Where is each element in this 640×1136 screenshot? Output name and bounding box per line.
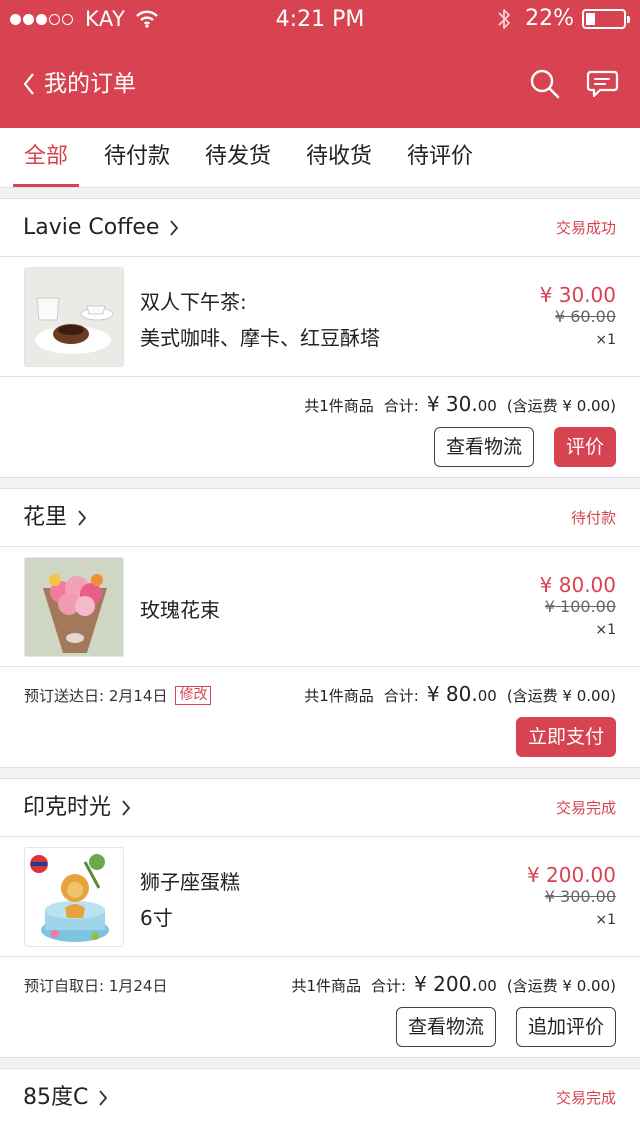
nav-bar: 我的订单 bbox=[0, 40, 640, 128]
add-review-button[interactable]: 追加评价 bbox=[516, 1007, 616, 1047]
total-label: 合计: bbox=[383, 687, 419, 705]
shop-name[interactable]: 85度C bbox=[23, 1069, 108, 1127]
shop-row[interactable]: Lavie Coffee 交易成功 bbox=[0, 199, 640, 257]
shop-name-text: 85度C bbox=[23, 1085, 89, 1110]
tab-pending-receipt[interactable]: 待收货 bbox=[300, 128, 378, 188]
back-button[interactable] bbox=[22, 67, 46, 101]
shop-row[interactable]: 85度C 交易完成 bbox=[0, 1069, 640, 1127]
item-price: ¥ 30.00 bbox=[539, 283, 616, 307]
item-row[interactable]: 狮子座蛋糕 6寸 ¥ 200.00 ¥ 300.00 ×1 bbox=[0, 837, 640, 957]
shop-name-text: 印克时光 bbox=[23, 795, 112, 820]
item-title-line1: 狮子座蛋糕 bbox=[140, 870, 240, 894]
order-status: 交易完成 bbox=[555, 1089, 616, 1107]
tab-pending-shipment[interactable]: 待发货 bbox=[199, 128, 277, 188]
item-row[interactable]: 玫瑰花束 ¥ 80.00 ¥ 100.00 ×1 bbox=[0, 547, 640, 667]
order-summary-row: 预订送达日: 2月14日 修改 共1件商品 合计: ¥ 80. 00 (含运费 ¥… bbox=[0, 667, 640, 767]
total-label: 合计: bbox=[383, 397, 419, 415]
item-quantity: ×1 bbox=[595, 912, 616, 928]
item-quantity: ×1 bbox=[595, 332, 616, 348]
total-amount: ¥ 200. bbox=[414, 972, 478, 996]
item-price: ¥ 80.00 bbox=[539, 573, 616, 597]
item-row[interactable]: 双人下午茶: 美式咖啡、摩卡、红豆酥塔 ¥ 30.00 ¥ 60.00 ×1 bbox=[0, 257, 640, 377]
message-button[interactable] bbox=[585, 66, 621, 102]
chevron-right-icon bbox=[78, 510, 87, 526]
order-summary: 共1件商品 合计: ¥ 80. 00 (含运费 ¥ 0.00) bbox=[304, 682, 616, 706]
item-count: 共1件商品 bbox=[304, 687, 374, 705]
view-logistics-button[interactable]: 查看物流 bbox=[434, 427, 534, 467]
item-count: 共1件商品 bbox=[291, 977, 362, 995]
search-button[interactable] bbox=[527, 66, 563, 102]
order-card: 85度C 交易完成 bbox=[0, 1068, 640, 1136]
order-card: Lavie Coffee 交易成功 双人下午茶: 美式咖啡、摩卡、红豆酥塔 ¥ … bbox=[0, 198, 640, 478]
item-original-price: ¥ 60.00 bbox=[554, 307, 616, 326]
item-title-line2: 6寸 bbox=[140, 906, 173, 930]
app-header: KAY 4:21 PM 22% 我的订单 bbox=[0, 0, 640, 128]
item-price: ¥ 200.00 bbox=[526, 863, 616, 887]
item-title-line1: 双人下午茶: bbox=[140, 290, 247, 314]
shop-name[interactable]: 印克时光 bbox=[23, 779, 131, 837]
product-image-cake[interactable] bbox=[24, 847, 124, 947]
order-summary: 共1件商品 合计: ¥ 30. 00 (含运费 ¥ 0.00) bbox=[304, 392, 616, 416]
view-logistics-button[interactable]: 查看物流 bbox=[396, 1007, 496, 1047]
chevron-right-icon bbox=[122, 800, 131, 816]
order-summary: 共1件商品 合计: ¥ 200. 00 (含运费 ¥ 0.00) bbox=[291, 972, 616, 996]
delivery-date-note: 预订送达日: 2月14日 修改 bbox=[24, 685, 212, 706]
total-amount-cents: 00 bbox=[477, 977, 497, 995]
review-button[interactable]: 评价 bbox=[554, 427, 616, 467]
shop-row[interactable]: 印克时光 交易完成 bbox=[0, 779, 640, 837]
shop-name-text: Lavie Coffee bbox=[23, 215, 160, 240]
battery-icon bbox=[582, 8, 630, 29]
pickup-date-text: 预订自取日: 1月24日 bbox=[24, 977, 168, 995]
item-title-line1: 玫瑰花束 bbox=[140, 598, 220, 622]
total-amount: ¥ 80. bbox=[426, 682, 478, 706]
status-right: 22% bbox=[497, 6, 630, 31]
shipping-fee: (含运费 ¥ 0.00) bbox=[506, 397, 616, 415]
chat-bubble-icon bbox=[586, 70, 619, 98]
chevron-left-icon bbox=[23, 73, 34, 95]
item-count: 共1件商品 bbox=[304, 397, 374, 415]
total-amount-cents: 00 bbox=[477, 397, 497, 415]
total-amount-cents: 00 bbox=[477, 687, 497, 705]
product-image-coffee[interactable] bbox=[24, 267, 124, 367]
page-title: 我的订单 bbox=[44, 71, 136, 97]
tab-all[interactable]: 全部 bbox=[13, 128, 79, 188]
product-image-flowers[interactable] bbox=[24, 557, 124, 657]
bluetooth-icon bbox=[498, 8, 510, 29]
total-label: 合计: bbox=[371, 977, 407, 995]
shop-name[interactable]: Lavie Coffee bbox=[23, 199, 179, 257]
order-status: 待付款 bbox=[570, 509, 616, 527]
delivery-date-text: 预订送达日: 2月14日 bbox=[24, 687, 168, 705]
shipping-fee: (含运费 ¥ 0.00) bbox=[506, 687, 616, 705]
shipping-fee: (含运费 ¥ 0.00) bbox=[506, 977, 616, 995]
order-status: 交易完成 bbox=[555, 799, 616, 817]
status-bar: KAY 4:21 PM 22% bbox=[0, 0, 640, 40]
total-amount: ¥ 30. bbox=[426, 392, 478, 416]
active-tab-indicator bbox=[13, 184, 79, 187]
order-status: 交易成功 bbox=[555, 219, 616, 237]
shop-name-text: 花里 bbox=[23, 505, 68, 530]
edit-date-button[interactable]: 修改 bbox=[175, 686, 212, 705]
item-original-price: ¥ 300.00 bbox=[544, 887, 616, 906]
order-tabs: 全部 待付款 待发货 待收货 待评价 bbox=[0, 128, 640, 188]
order-card: 印克时光 交易完成 狮子座蛋糕 6寸 ¥ 200.00 ¥ 300.00 ×1 … bbox=[0, 778, 640, 1058]
order-card: 花里 待付款 玫瑰花束 ¥ 80.00 ¥ 100.00 ×1 预订送达日: 2… bbox=[0, 488, 640, 768]
item-title-line2: 美式咖啡、摩卡、红豆酥塔 bbox=[140, 326, 380, 350]
shop-name[interactable]: 花里 bbox=[23, 489, 87, 547]
pay-now-button[interactable]: 立即支付 bbox=[516, 717, 616, 757]
tab-pending-payment[interactable]: 待付款 bbox=[98, 128, 176, 188]
pickup-date-note: 预订自取日: 1月24日 bbox=[24, 975, 167, 996]
shop-row[interactable]: 花里 待付款 bbox=[0, 489, 640, 547]
tab-pending-review[interactable]: 待评价 bbox=[401, 128, 479, 188]
chevron-right-icon bbox=[170, 220, 179, 236]
battery-percent: 22% bbox=[525, 6, 574, 31]
item-original-price: ¥ 100.00 bbox=[544, 597, 616, 616]
item-quantity: ×1 bbox=[595, 622, 616, 638]
chevron-right-icon bbox=[99, 1090, 108, 1106]
order-summary-row: 共1件商品 合计: ¥ 30. 00 (含运费 ¥ 0.00) 查看物流 评价 bbox=[0, 377, 640, 477]
order-summary-row: 预订自取日: 1月24日 共1件商品 合计: ¥ 200. 00 (含运费 ¥ 0… bbox=[0, 957, 640, 1057]
search-icon bbox=[530, 69, 560, 99]
